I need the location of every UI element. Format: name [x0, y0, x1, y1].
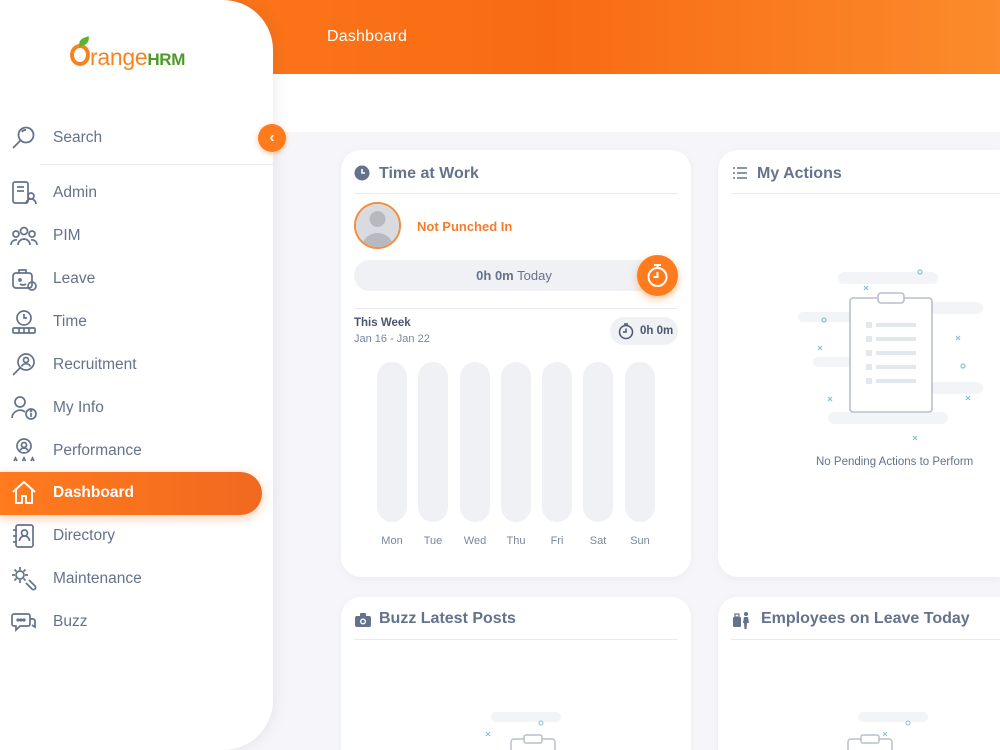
buzz-latest-posts-card: Buzz Latest Posts	[341, 597, 691, 750]
orangehrm-logo[interactable]: rangeHRM	[70, 36, 210, 76]
time-at-work-card: Time at Work Not Punched In 0h 0m Today …	[341, 150, 691, 577]
sidebar-item-buzz[interactable]: Buzz	[0, 601, 273, 644]
day-label: Sat	[589, 535, 607, 547]
card-title: Employees on Leave Today	[761, 610, 970, 627]
punch-in-button[interactable]	[637, 255, 678, 296]
day-bar-wed	[460, 362, 490, 522]
sidebar-item-label: PIM	[53, 227, 81, 244]
home-icon	[10, 479, 38, 507]
sidebar-item-performance[interactable]: Performance	[0, 430, 273, 473]
week-total: 0h 0m	[610, 317, 678, 345]
card-title: Buzz Latest Posts	[379, 610, 516, 627]
sidebar-item-label: Leave	[53, 270, 96, 287]
week-label: This Week	[354, 317, 411, 329]
directory-icon	[10, 522, 38, 550]
divider	[354, 193, 678, 194]
empty-actions-message: No Pending Actions to Perform	[816, 456, 974, 468]
leave-icon	[10, 265, 38, 293]
search-label: Search	[53, 129, 103, 146]
empty-clipboard-illustration	[828, 707, 948, 750]
punch-status: Not Punched In	[417, 219, 513, 234]
day-label: Mon	[381, 535, 403, 547]
empty-clipboard-illustration	[461, 707, 581, 750]
day-bar-sat	[583, 362, 613, 522]
sidebar-item-recruitment[interactable]: Recruitment	[0, 344, 273, 387]
day-label: Fri	[550, 535, 564, 547]
time-icon	[10, 308, 38, 336]
chevron-left-icon: ‹	[269, 129, 275, 146]
pim-icon	[10, 222, 38, 250]
my-info-icon	[10, 394, 38, 422]
day-bar-fri	[542, 362, 572, 522]
sidebar-item-label: My Info	[53, 399, 104, 416]
sidebar-item-leave[interactable]: Leave	[0, 258, 273, 301]
stopwatch-icon	[618, 323, 634, 340]
sidebar-item-admin[interactable]: Admin	[0, 172, 273, 215]
divider	[731, 639, 1000, 640]
day-label: Wed	[463, 535, 487, 547]
divider	[354, 639, 678, 640]
sidebar-item-pim[interactable]: PIM	[0, 215, 273, 258]
day-label: Thu	[506, 535, 526, 547]
card-title: Time at Work	[379, 165, 479, 182]
admin-icon	[10, 179, 38, 207]
today-duration: 0h 0m Today	[354, 260, 654, 291]
sidebar-item-my-info[interactable]: My Info	[0, 387, 273, 430]
sidebar-item-label: Recruitment	[53, 356, 137, 373]
day-label: Sun	[630, 535, 650, 547]
day-bar-thu	[501, 362, 531, 522]
performance-icon	[10, 437, 38, 465]
sidebar-item-label: Dashboard	[53, 484, 134, 501]
day-bar-mon	[377, 362, 407, 522]
search-icon	[10, 124, 38, 152]
week-range: Jan 16 - Jan 22	[354, 333, 430, 345]
sidebar-item-dashboard[interactable]: Dashboard	[0, 472, 262, 515]
logo-wordmark: rangeHRM	[90, 44, 186, 70]
logo-o-ring	[70, 44, 90, 66]
day-bar-sun	[625, 362, 655, 522]
sidebar-item-maintenance[interactable]: Maintenance	[0, 558, 273, 601]
avatar	[354, 202, 401, 249]
recruitment-icon	[10, 351, 38, 379]
day-label: Tue	[423, 535, 443, 547]
employees-on-leave-card: Employees on Leave Today	[718, 597, 1000, 750]
stopwatch-icon	[647, 264, 668, 287]
sidebar-item-label: Directory	[53, 527, 116, 544]
luggage-person-icon	[733, 611, 751, 629]
sidebar-item-label: Performance	[53, 442, 142, 459]
sidebar-item-label: Time	[53, 313, 87, 330]
sidebar-search[interactable]: Search	[12, 116, 273, 165]
sidebar-item-label: Buzz	[53, 613, 88, 630]
maintenance-icon	[10, 565, 38, 593]
collapse-sidebar-button[interactable]: ‹	[258, 124, 286, 152]
sidebar-item-time[interactable]: Time	[0, 301, 273, 344]
divider	[354, 308, 678, 309]
day-bar-tue	[418, 362, 448, 522]
page-title: Dashboard	[327, 28, 408, 45]
card-title: My Actions	[757, 165, 842, 182]
my-actions-card: My Actions No Pending Actions to Perform	[718, 150, 1000, 577]
buzz-icon	[10, 608, 38, 636]
sidebar-item-label: Maintenance	[53, 570, 142, 587]
camera-icon	[355, 613, 371, 627]
clock-icon	[354, 165, 370, 181]
empty-clipboard-illustration	[798, 262, 988, 452]
sidebar-item-directory[interactable]: Directory	[0, 515, 273, 558]
list-icon	[733, 166, 747, 180]
sidebar-item-label: Admin	[53, 184, 97, 201]
divider	[731, 193, 1000, 194]
